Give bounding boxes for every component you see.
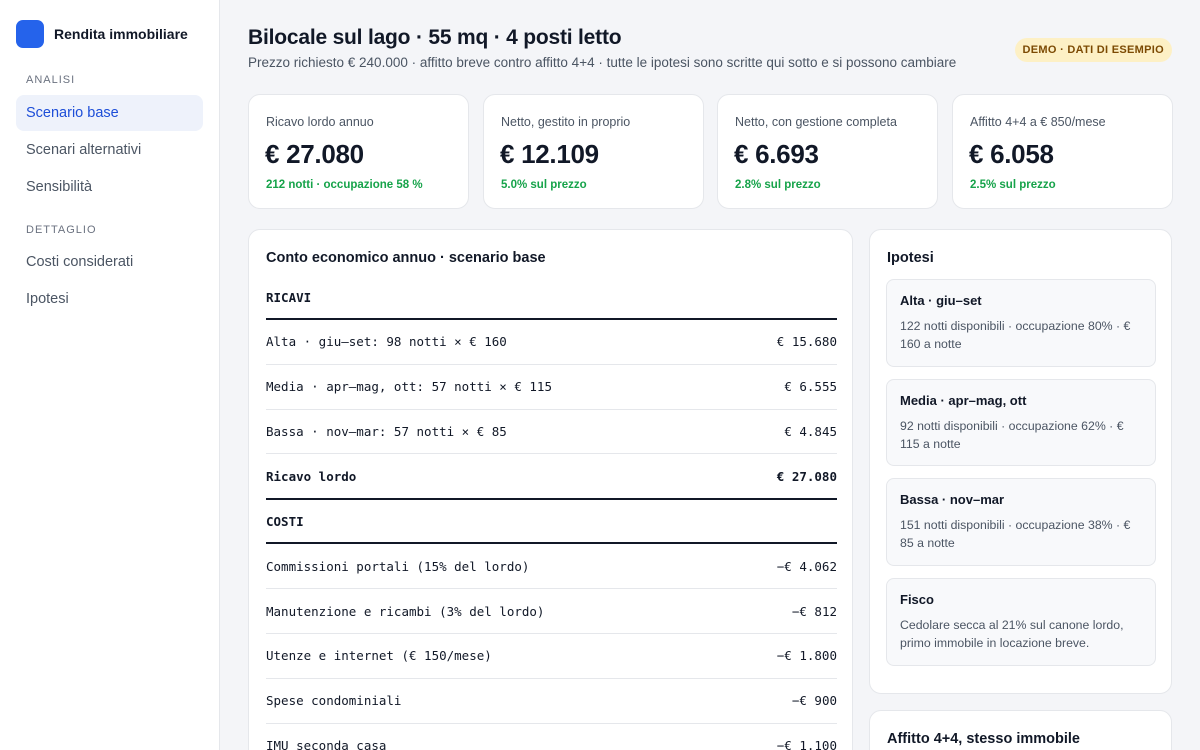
kpi-card-ricavo-lordo: Ricavo lordo annuo € 27.080 212 notti · … xyxy=(248,94,469,209)
hypotheses-card: Ipotesi Alta · giu–set 122 notti disponi… xyxy=(869,229,1172,694)
nav-section-dettaglio: DETTAGLIO xyxy=(26,224,97,236)
table-row: Bassa · nov–mar: 57 notti × € 85 € 4.845 xyxy=(266,410,837,455)
table-row: Utenze e internet (€ 150/mese) −€ 1.800 xyxy=(266,634,837,679)
rental-comparison-title: Affitto 4+4, stesso immobile xyxy=(887,731,1080,747)
kpi-label: Ricavo lordo annuo xyxy=(266,115,374,129)
row-amount: −€ 812 xyxy=(791,603,837,619)
sidebar-item-ipotesi[interactable]: Ipotesi xyxy=(16,281,203,317)
total-row-ricavo-lordo: Ricavo lordo € 27.080 xyxy=(266,454,837,501)
demo-badge: DEMO · DATI DI ESEMPIO xyxy=(1014,38,1172,62)
kpi-label: Affitto 4+4 a € 850/mese xyxy=(970,115,1106,129)
row-label: IMU seconda casa xyxy=(266,737,387,750)
hypothesis-item-bassa: Bassa · nov–mar 151 notti disponibili · … xyxy=(886,478,1156,566)
section-label: COSTI xyxy=(266,513,304,529)
kpi-note: 2.5% sul prezzo xyxy=(970,179,1056,191)
sidebar-item-sensibilita[interactable]: Sensibilità xyxy=(16,169,203,205)
kpi-note: 5.0% sul prezzo xyxy=(501,179,587,191)
table-row: Media · apr–mag, ott: 57 notti × € 115 €… xyxy=(266,365,837,410)
hypothesis-text: 92 notti disponibili · occupazione 62% ·… xyxy=(900,419,1124,451)
row-label: Utenze e internet (€ 150/mese) xyxy=(266,648,492,664)
row-amount: € 4.845 xyxy=(784,423,837,439)
hypotheses-title: Ipotesi xyxy=(887,250,934,266)
table-row: IMU seconda casa −€ 1.100 xyxy=(266,724,837,750)
table-row: Manutenzione e ricambi (3% del lordo) −€… xyxy=(266,589,837,634)
kpi-note: 2.8% sul prezzo xyxy=(735,179,821,191)
hypothesis-text: 151 notti disponibili · occupazione 38% … xyxy=(900,518,1131,550)
row-label: Commissioni portali (15% del lordo) xyxy=(266,558,530,574)
kpi-note: 212 notti · occupazione 58 % xyxy=(266,179,423,191)
hypothesis-text: Cedolare secca al 21% sul canone lordo, … xyxy=(900,618,1124,650)
sidebar: Rendita immobiliare ANALISI Scenario bas… xyxy=(0,0,220,750)
kpi-value: € 12.109 xyxy=(500,139,599,169)
income-statement-table: RICAVI Alta · giu–set: 98 notti × € 160 … xyxy=(266,276,837,750)
row-amount: € 6.555 xyxy=(784,379,837,395)
table-row: Spese condominiali −€ 900 xyxy=(266,679,837,724)
hypothesis-item-alta: Alta · giu–set 122 notti disponibili · o… xyxy=(886,279,1156,367)
hypothesis-item-media: Media · apr–mag, ott 92 notti disponibil… xyxy=(886,379,1156,466)
kpi-label: Netto, gestito in proprio xyxy=(501,115,631,129)
page-subtitle: Prezzo richiesto € 240.000 · affitto bre… xyxy=(248,55,957,70)
table-row: Alta · giu–set: 98 notti × € 160 € 15.68… xyxy=(266,320,837,365)
row-label: Media · apr–mag, ott: 57 notti × € 115 xyxy=(266,379,552,395)
hypothesis-title: Fisco xyxy=(900,592,934,607)
section-header-ricavi: RICAVI xyxy=(266,276,837,320)
brand[interactable]: Rendita immobiliare xyxy=(16,20,188,48)
row-label: Alta · giu–set: 98 notti × € 160 xyxy=(266,334,507,350)
kpi-value: € 6.058 xyxy=(969,139,1054,169)
kpi-card-netto-gestione: Netto, con gestione completa € 6.693 2.8… xyxy=(717,94,938,209)
income-statement-card: Conto economico annuo · scenario base RI… xyxy=(248,229,853,750)
app-name: Rendita immobiliare xyxy=(54,26,188,42)
sidebar-item-scenari-alternativi[interactable]: Scenari alternativi xyxy=(16,132,203,168)
row-label: Manutenzione e ricambi (3% del lordo) xyxy=(266,603,545,619)
row-amount: −€ 900 xyxy=(791,693,837,709)
sidebar-item-costi-considerati[interactable]: Costi considerati xyxy=(16,244,203,280)
table-row: Commissioni portali (15% del lordo) −€ 4… xyxy=(266,544,837,590)
rental-comparison-card: Affitto 4+4, stesso immobile xyxy=(869,710,1172,750)
income-statement-title: Conto economico annuo · scenario base xyxy=(266,250,546,266)
kpi-card-affitto-4-4: Affitto 4+4 a € 850/mese € 6.058 2.5% su… xyxy=(952,94,1173,209)
kpi-card-netto-proprio: Netto, gestito in proprio € 12.109 5.0% … xyxy=(483,94,704,209)
nav-section-analisi: ANALISI xyxy=(26,74,76,86)
sidebar-item-scenario-base[interactable]: Scenario base xyxy=(16,95,203,131)
page-title: Bilocale sul lago · 55 mq · 4 posti lett… xyxy=(248,26,622,49)
section-header-costi: COSTI xyxy=(266,500,837,545)
section-label: RICAVI xyxy=(266,289,312,305)
hypothesis-item-fisco: Fisco Cedolare secca al 21% sul canone l… xyxy=(886,578,1156,666)
row-label: Bassa · nov–mar: 57 notti × € 85 xyxy=(266,423,507,439)
row-amount: −€ 1.100 xyxy=(776,737,837,750)
hypothesis-title: Media · apr–mag, ott xyxy=(900,393,1027,408)
hypothesis-text: 122 notti disponibili · occupazione 80% … xyxy=(900,319,1131,351)
row-amount: −€ 1.800 xyxy=(776,648,837,664)
kpi-label: Netto, con gestione completa xyxy=(735,115,897,129)
row-amount: −€ 4.062 xyxy=(776,558,837,574)
row-amount: € 27.080 xyxy=(776,468,837,484)
brand-logo-icon xyxy=(16,20,44,48)
kpi-value: € 27.080 xyxy=(265,139,364,169)
kpi-value: € 6.693 xyxy=(734,139,819,169)
hypothesis-title: Bassa · nov–mar xyxy=(900,492,1005,507)
row-amount: € 15.680 xyxy=(776,334,837,350)
hypothesis-title: Alta · giu–set xyxy=(900,293,982,308)
row-label: Spese condominiali xyxy=(266,693,402,709)
row-label: Ricavo lordo xyxy=(266,468,357,484)
